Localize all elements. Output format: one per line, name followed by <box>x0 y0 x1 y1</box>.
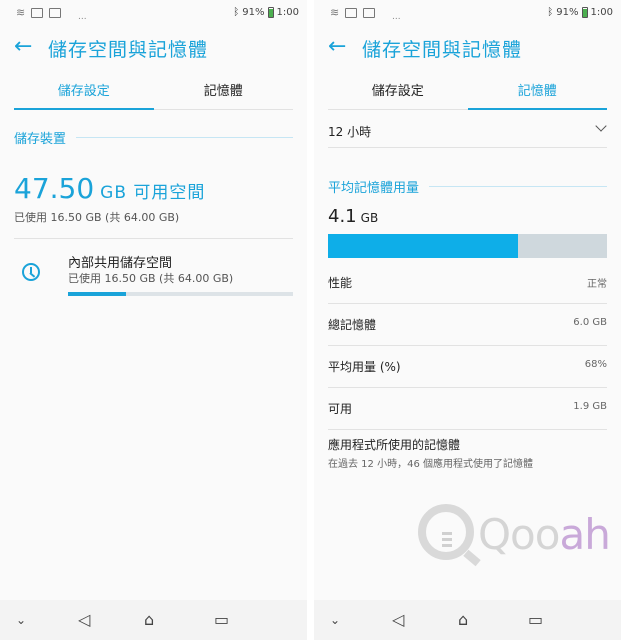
tab-bar: 儲存設定 記憶體 <box>328 78 607 110</box>
bluetooth-icon: ᛒ <box>233 7 240 18</box>
storage-usage-bar <box>68 292 293 296</box>
storage-item-title: 內部共用儲存空間 <box>68 256 173 271</box>
clock-time: 1:00 <box>590 7 613 18</box>
sd-card-icon <box>345 7 358 18</box>
qooah-watermark-logo: Qooah <box>418 502 611 572</box>
tab-memory[interactable]: 記憶體 <box>154 78 294 109</box>
tab-storage-settings[interactable]: 儲存設定 <box>328 78 468 109</box>
tab-bar: 儲存設定 記憶體 <box>14 78 293 110</box>
section-divider <box>76 137 293 138</box>
status-bar: ≋ ... ᛒ 91% 1:00 <box>0 0 307 26</box>
section-divider <box>429 186 607 187</box>
back-arrow-icon[interactable]: ← <box>14 34 32 60</box>
memory-usage-bar <box>328 234 607 258</box>
back-arrow-icon[interactable]: ← <box>328 34 346 60</box>
free-space-summary: 47.50 GB 可用空間 <box>14 172 205 205</box>
section-title: 平均記憶體用量 <box>328 181 420 196</box>
navigation-bar: ⌄ ◁ ⌂ ▭ <box>314 600 621 640</box>
internal-storage-item[interactable]: 內部共用儲存空間 已使用 16.50 GB (共 64.00 GB) <box>14 250 293 300</box>
stat-value: 1.9 GB <box>573 401 607 412</box>
battery-icon <box>581 7 588 18</box>
back-nav-icon[interactable]: ◁ <box>392 610 404 630</box>
period-value: 12 小時 <box>328 125 372 139</box>
storage-item-subtitle: 已使用 16.50 GB (共 64.00 GB) <box>68 272 234 285</box>
avg-memory-value: 4.1 <box>328 206 357 227</box>
wifi-icon: ≋ <box>330 6 340 19</box>
memory-usage-fill <box>328 234 518 258</box>
stat-label: 可用 <box>328 402 353 416</box>
tab-memory[interactable]: 記憶體 <box>467 78 608 110</box>
battery-icon <box>267 7 274 18</box>
section-title: 儲存裝置 <box>14 132 67 147</box>
storage-settings-screen: ≋ ... ᛒ 91% 1:00 ← 儲存空間與記憶體 儲存設定 記憶體 儲存裝… <box>0 0 307 640</box>
image-icon <box>363 7 376 18</box>
clock-time: 1:00 <box>276 7 299 18</box>
stat-value: 6.0 GB <box>573 317 607 328</box>
app-bar: ← 儲存空間與記憶體 <box>314 30 621 66</box>
page-title: 儲存空間與記憶體 <box>362 39 523 61</box>
page-title: 儲存空間與記憶體 <box>48 39 209 61</box>
section-header: 儲存裝置 <box>14 128 293 147</box>
status-bar: ≋ ... ᛒ 91% 1:00 <box>314 0 621 26</box>
sd-card-icon <box>31 7 44 18</box>
home-nav-icon[interactable]: ⌂ <box>458 610 468 630</box>
memory-screen: ≋ ... ᛒ 91% 1:00 ← 儲存空間與記憶體 儲存設定 記憶體 12 … <box>314 0 621 640</box>
section-header: 平均記憶體用量 <box>328 177 607 196</box>
watermark-text: Qooah <box>478 510 611 559</box>
recents-nav-icon[interactable]: ▭ <box>214 610 229 630</box>
stat-value: 68% <box>584 359 607 370</box>
stat-row-total-memory: 總記憶體 6.0 GB <box>328 304 607 346</box>
divider <box>14 238 293 239</box>
stat-label: 總記憶體 <box>328 318 377 332</box>
battery-percent: 91% <box>556 7 579 18</box>
hide-nav-icon[interactable]: ⌄ <box>330 610 340 630</box>
free-space-value: 47.50 <box>14 172 95 205</box>
storage-usage-fill <box>68 292 127 296</box>
navigation-bar: ⌄ ◁ ⌂ ▭ <box>0 600 307 640</box>
home-nav-icon[interactable]: ⌂ <box>144 610 154 630</box>
more-notifications-icon: ... <box>78 12 87 22</box>
wifi-icon: ≋ <box>16 6 26 19</box>
stat-row-performance: 性能 正常 <box>328 262 607 304</box>
free-space-unit: GB 可用空間 <box>100 183 206 203</box>
stat-row-average-usage: 平均用量 (%) 68% <box>328 346 607 388</box>
image-icon <box>49 7 62 18</box>
battery-percent: 91% <box>242 7 265 18</box>
bluetooth-icon: ᛒ <box>547 7 554 18</box>
recents-nav-icon[interactable]: ▭ <box>528 610 543 630</box>
chevron-down-icon <box>595 120 607 132</box>
avg-memory-readout: 4.1 GB <box>328 206 378 227</box>
avg-memory-unit: GB <box>360 211 379 225</box>
stat-label: 平均用量 (%) <box>328 360 401 374</box>
apps-memory-subtitle: 在過去 12 小時，46 個應用程式使用了記憶體 <box>328 459 533 470</box>
tab-storage-settings[interactable]: 儲存設定 <box>14 78 154 110</box>
more-notifications-icon: ... <box>392 12 401 22</box>
stat-label: 性能 <box>328 276 353 290</box>
back-nav-icon[interactable]: ◁ <box>78 610 90 630</box>
stat-value: 正常 <box>587 279 607 290</box>
app-bar: ← 儲存空間與記憶體 <box>0 30 307 66</box>
storage-pie-icon <box>22 263 40 281</box>
period-dropdown[interactable]: 12 小時 <box>328 118 607 148</box>
apps-memory-title[interactable]: 應用程式所使用的記憶體 <box>328 436 460 453</box>
watermark-q-icon <box>418 504 474 560</box>
used-summary: 已使用 16.50 GB (共 64.00 GB) <box>14 211 180 224</box>
stat-row-available: 可用 1.9 GB <box>328 388 607 430</box>
hide-nav-icon[interactable]: ⌄ <box>16 610 26 630</box>
